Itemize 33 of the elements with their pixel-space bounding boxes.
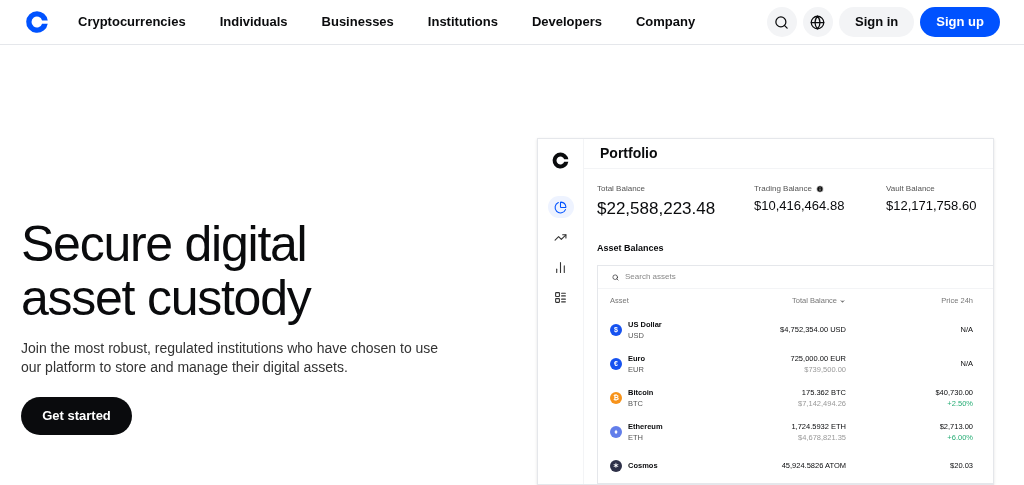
search-assets-field[interactable]: Search assets [625, 271, 825, 283]
sign-up-button[interactable]: Sign up [920, 7, 1000, 37]
app-logo-icon [551, 151, 570, 170]
nav-link[interactable]: Institutions [427, 12, 498, 32]
section-title: Asset Balances [597, 241, 665, 255]
nav-link[interactable]: Cryptocurrencies [78, 12, 186, 32]
balance-value: $12,171,758.60 [886, 197, 977, 215]
globe-icon [810, 14, 826, 30]
hero-subtitle: Join the most robust, regulated institutions who have chosen to use our platform to store and manage their digital assets. [21, 339, 440, 377]
pie-chart-icon [554, 200, 567, 214]
search-button[interactable] [767, 7, 797, 37]
nav-link[interactable]: Company [635, 12, 696, 32]
panel-title: Portfolio [600, 144, 658, 163]
balance-label: Vault Balance [886, 183, 935, 195]
layout-list-icon [554, 290, 567, 304]
balance-value: $22,588,223.48 [597, 198, 717, 220]
search-icon [612, 273, 619, 281]
balance-label: Total Balance [597, 183, 646, 195]
info-icon [815, 185, 824, 193]
hero-title: Secure digital asset custody [21, 217, 312, 325]
balance-label: Trading Balance [754, 183, 812, 195]
language-button[interactable] [803, 7, 833, 37]
logo-icon [24, 9, 50, 35]
balance-value: $10,416,464.88 [754, 197, 846, 215]
sign-in-button[interactable]: Sign in [839, 7, 915, 37]
sort-caret-icon [839, 297, 846, 305]
nav-link[interactable]: Businesses [321, 12, 394, 32]
nav-link[interactable]: Developers [531, 12, 602, 32]
bar-chart-icon [554, 260, 567, 274]
nav-link[interactable]: Individuals [219, 12, 288, 32]
search-icon [774, 14, 790, 30]
sidebar-tab[interactable] [547, 196, 574, 218]
get-started-button[interactable]: Get started [21, 397, 132, 435]
